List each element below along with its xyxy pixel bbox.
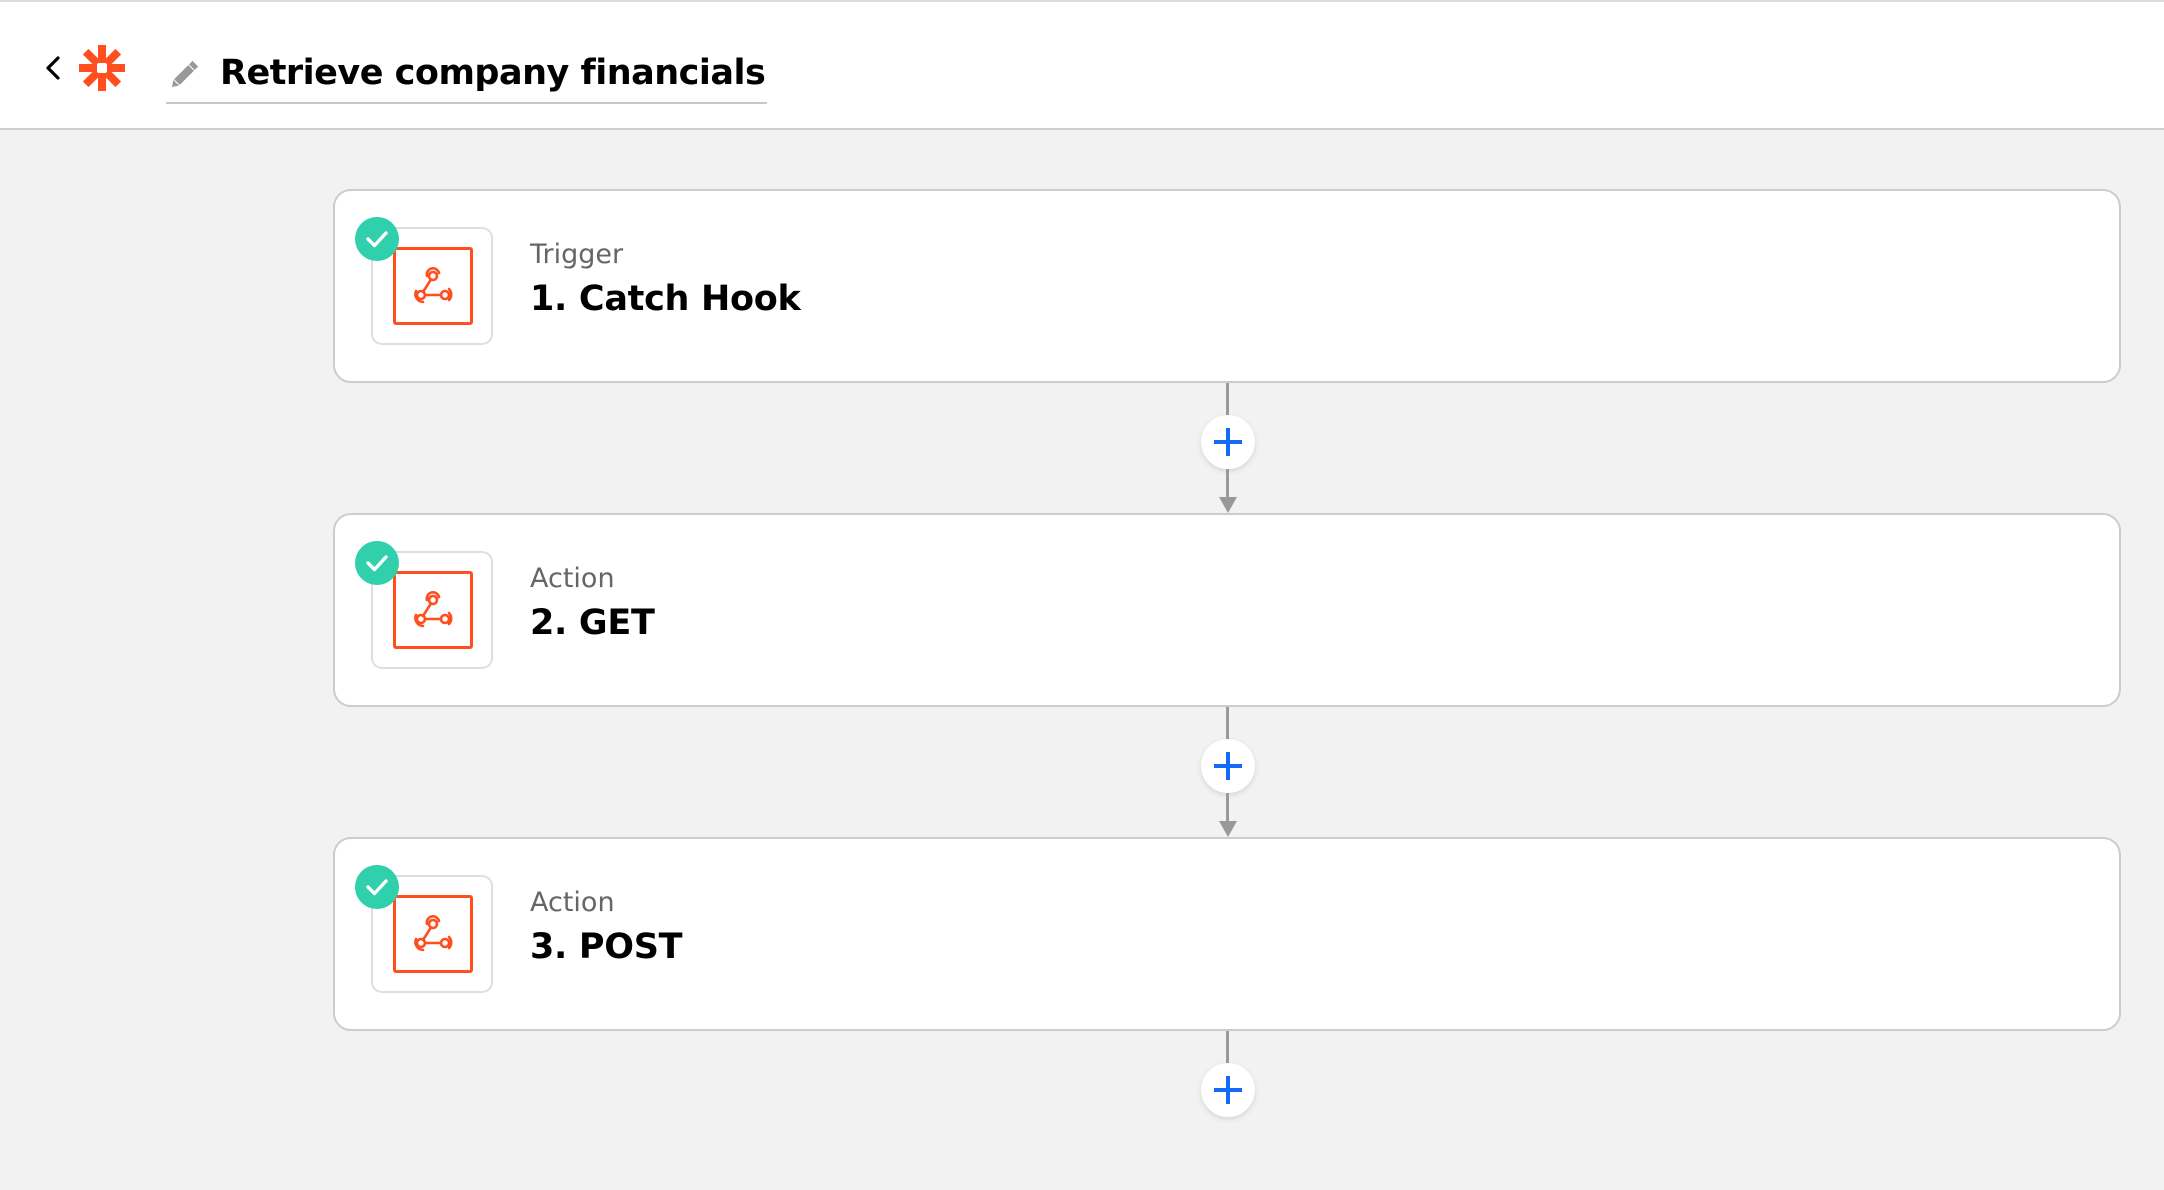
plus-icon <box>1214 428 1242 456</box>
step-card-action-post[interactable]: Action 3. POST <box>333 837 2121 1031</box>
checkmark-icon <box>366 555 388 572</box>
status-complete-badge <box>355 541 399 585</box>
back-button[interactable] <box>40 52 68 84</box>
connector-arrow-icon <box>1219 497 1237 513</box>
step-title: 1. Catch Hook <box>530 279 801 319</box>
step-card-trigger[interactable]: Trigger 1. Catch Hook <box>333 189 2121 383</box>
pencil-icon <box>171 60 199 88</box>
checkmark-icon <box>366 879 388 896</box>
step-title: 3. POST <box>530 927 683 967</box>
add-step-button[interactable] <box>1201 1063 1255 1117</box>
webhook-app-tile <box>393 247 473 325</box>
webhook-icon <box>414 915 453 952</box>
add-step-button[interactable] <box>1201 415 1255 469</box>
checkmark-icon <box>366 231 388 248</box>
step-type-label: Action <box>530 887 615 918</box>
connector-line <box>1226 1031 1229 1067</box>
zapier-asterisk-logo-icon <box>79 45 125 91</box>
step-title: 2. GET <box>530 603 655 643</box>
editor-header: Retrieve company financials <box>0 0 2164 130</box>
webhook-app-tile <box>393 571 473 649</box>
step-type-label: Trigger <box>530 239 624 270</box>
zapier-logo[interactable] <box>78 44 126 92</box>
chevron-left-icon <box>46 56 60 80</box>
connector-arrow-icon <box>1219 821 1237 837</box>
step-type-label: Action <box>530 563 615 594</box>
connector-line <box>1226 793 1229 823</box>
step-card-action-get[interactable]: Action 2. GET <box>333 513 2121 707</box>
webhook-app-tile <box>393 895 473 973</box>
plus-icon <box>1214 752 1242 780</box>
zap-title-field[interactable]: Retrieve company financials <box>166 44 768 104</box>
status-complete-badge <box>355 865 399 909</box>
zap-title[interactable]: Retrieve company financials <box>220 53 766 93</box>
webhook-icon <box>414 267 453 304</box>
add-step-button[interactable] <box>1201 739 1255 793</box>
plus-icon <box>1214 1076 1242 1104</box>
webhook-icon <box>414 591 453 628</box>
status-complete-badge <box>355 217 399 261</box>
connector-line <box>1226 469 1229 499</box>
